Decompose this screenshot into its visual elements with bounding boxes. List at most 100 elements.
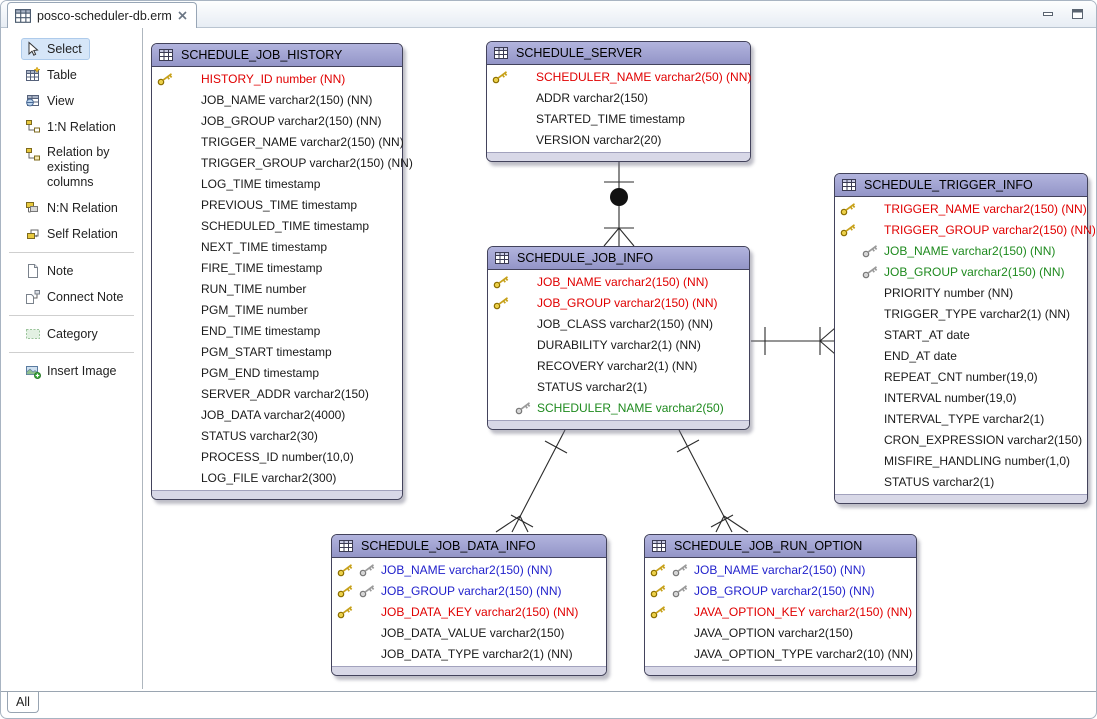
entity-column-row[interactable]: JOB_DATA_VALUE varchar2(150) (332, 623, 606, 644)
entity-column-row[interactable]: LOG_FILE varchar2(300) (152, 468, 402, 489)
tool-select[interactable]: Select (21, 38, 90, 60)
entity-column-row[interactable]: JAVA_OPTION_TYPE varchar2(10) (NN) (645, 644, 916, 665)
entity-schedule-job-history[interactable]: SCHEDULE_JOB_HISTORYHISTORY_ID number (N… (151, 43, 403, 500)
tool-table[interactable]: Table (21, 64, 85, 86)
tool-category[interactable]: Category (21, 323, 106, 345)
tool-self-relation[interactable]: Self Relation (21, 223, 126, 245)
entity-header[interactable]: SCHEDULE_JOB_RUN_OPTION (645, 535, 916, 558)
tool-connect-note[interactable]: Connect Note (21, 286, 131, 308)
relationship-jobinfo-jobrunoption[interactable] (677, 430, 748, 532)
entity-column-row[interactable]: JOB_NAME varchar2(150) (NN) (835, 241, 1087, 262)
entity-column-row[interactable]: JOB_NAME varchar2(150) (NN) (332, 560, 606, 581)
relationship-jobinfo-jobdatainfo[interactable] (496, 430, 567, 532)
entity-schedule-job-run-option[interactable]: SCHEDULE_JOB_RUN_OPTIONJOB_NAME varchar2… (644, 534, 917, 676)
category-tab-all[interactable]: All (7, 692, 39, 713)
primary-key-icon (337, 605, 354, 619)
entity-column-row[interactable]: JOB_DATA_TYPE varchar2(1) (NN) (332, 644, 606, 665)
close-tab-icon[interactable] (178, 11, 187, 20)
entity-column-row[interactable]: END_AT date (835, 346, 1087, 367)
entity-column-row[interactable]: SCHEDULER_NAME varchar2(50) (NN) (487, 67, 750, 88)
entity-schedule-job-data-info[interactable]: SCHEDULE_JOB_DATA_INFOJOB_NAME varchar2(… (331, 534, 607, 676)
entity-column-row[interactable]: JAVA_OPTION_KEY varchar2(150) (NN) (645, 602, 916, 623)
entity-header[interactable]: SCHEDULE_JOB_DATA_INFO (332, 535, 606, 558)
tool-1n-relation[interactable]: 1:N Relation (21, 116, 124, 138)
entity-header[interactable]: SCHEDULE_JOB_HISTORY (152, 44, 402, 67)
entity-column-row[interactable]: FIRE_TIME timestamp (152, 258, 402, 279)
entity-column-row[interactable]: PROCESS_ID number(10,0) (152, 447, 402, 468)
entity-column-row[interactable]: JOB_GROUP varchar2(150) (NN) (645, 581, 916, 602)
entity-column-row[interactable]: TRIGGER_GROUP varchar2(150) (NN) (152, 153, 402, 174)
entity-column-row[interactable]: SERVER_ADDR varchar2(150) (152, 384, 402, 405)
maximize-view-icon[interactable] (1071, 8, 1084, 20)
tool-relation-existing-columns[interactable]: Relation by existing columns (21, 142, 131, 193)
entity-column-row[interactable]: DURABILITY varchar2(1) (NN) (488, 335, 749, 356)
column-definition: JOB_GROUP varchar2(150) (NN) (201, 114, 382, 128)
entity-columns: JOB_NAME varchar2(150) (NN)JOB_GROUP var… (488, 270, 749, 420)
entity-column-row[interactable]: JOB_GROUP varchar2(150) (NN) (835, 262, 1087, 283)
entity-column-row[interactable]: INTERVAL_TYPE varchar2(1) (835, 409, 1087, 430)
entity-column-row[interactable]: TRIGGER_TYPE varchar2(1) (NN) (835, 304, 1087, 325)
column-definition: JOB_NAME varchar2(150) (NN) (201, 93, 372, 107)
entity-column-row[interactable]: JOB_DATA_KEY varchar2(150) (NN) (332, 602, 606, 623)
entity-header[interactable]: SCHEDULE_TRIGGER_INFO (835, 174, 1087, 197)
entity-column-row[interactable]: VERSION varchar2(20) (487, 130, 750, 151)
diagram-canvas[interactable]: SCHEDULE_JOB_HISTORYHISTORY_ID number (N… (144, 28, 1095, 689)
entity-column-row[interactable]: JOB_GROUP varchar2(150) (NN) (488, 293, 749, 314)
entity-footer (645, 666, 916, 675)
entity-column-row[interactable]: JOB_NAME varchar2(150) (NN) (152, 90, 402, 111)
entity-column-row[interactable]: CRON_EXPRESSION varchar2(150) (835, 430, 1087, 451)
column-definition: TRIGGER_TYPE varchar2(1) (NN) (884, 307, 1070, 321)
column-definition: PREVIOUS_TIME timestamp (201, 198, 357, 212)
entity-column-row[interactable]: END_TIME timestamp (152, 321, 402, 342)
entity-column-row[interactable]: START_AT date (835, 325, 1087, 346)
entity-column-row[interactable]: RUN_TIME number (152, 279, 402, 300)
entity-column-row[interactable]: JOB_DATA varchar2(4000) (152, 405, 402, 426)
minimize-view-icon[interactable] (1042, 9, 1055, 20)
entity-column-row[interactable]: STATUS varchar2(30) (152, 426, 402, 447)
entity-column-row[interactable]: SCHEDULER_NAME varchar2(50) (488, 398, 749, 419)
foreign-key-icon (359, 563, 376, 577)
insert-image-icon (25, 363, 41, 379)
tool-note[interactable]: Note (21, 260, 81, 282)
entity-column-row[interactable]: JOB_CLASS varchar2(150) (NN) (488, 314, 749, 335)
entity-column-row[interactable]: RECOVERY varchar2(1) (NN) (488, 356, 749, 377)
entity-column-row[interactable]: MISFIRE_HANDLING number(1,0) (835, 451, 1087, 472)
entity-column-row[interactable]: STATUS varchar2(1) (835, 472, 1087, 493)
self-relation-icon (25, 226, 41, 242)
entity-column-row[interactable]: TRIGGER_NAME varchar2(150) (NN) (835, 199, 1087, 220)
entity-column-row[interactable]: STATUS varchar2(1) (488, 377, 749, 398)
column-definition: PGM_START timestamp (201, 345, 332, 359)
entity-schedule-server[interactable]: SCHEDULE_SERVERSCHEDULER_NAME varchar2(5… (486, 41, 751, 162)
entity-column-row[interactable]: PREVIOUS_TIME timestamp (152, 195, 402, 216)
entity-header[interactable]: SCHEDULE_JOB_INFO (488, 247, 749, 270)
entity-header[interactable]: SCHEDULE_SERVER (487, 42, 750, 65)
column-definition: JOB_GROUP varchar2(150) (NN) (381, 584, 562, 598)
tool-insert-image[interactable]: Insert Image (21, 360, 124, 382)
tool-nn-relation[interactable]: N:N Relation (21, 197, 126, 219)
entity-column-row[interactable]: NEXT_TIME timestamp (152, 237, 402, 258)
entity-column-row[interactable]: LOG_TIME timestamp (152, 174, 402, 195)
entity-column-row[interactable]: PRIORITY number (NN) (835, 283, 1087, 304)
entity-column-row[interactable]: JOB_NAME varchar2(150) (NN) (488, 272, 749, 293)
relationship-server-jobinfo[interactable] (604, 162, 634, 246)
entity-column-row[interactable]: PGM_TIME number (152, 300, 402, 321)
entity-column-row[interactable]: TRIGGER_GROUP varchar2(150) (NN) (835, 220, 1087, 241)
entity-column-row[interactable]: SCHEDULED_TIME timestamp (152, 216, 402, 237)
entity-column-row[interactable]: TRIGGER_NAME varchar2(150) (NN) (152, 132, 402, 153)
entity-column-row[interactable]: JOB_GROUP varchar2(150) (NN) (332, 581, 606, 602)
entity-column-row[interactable]: PGM_START timestamp (152, 342, 402, 363)
entity-column-row[interactable]: REPEAT_CNT number(19,0) (835, 367, 1087, 388)
entity-column-row[interactable]: STARTED_TIME timestamp (487, 109, 750, 130)
entity-column-row[interactable]: JOB_NAME varchar2(150) (NN) (645, 560, 916, 581)
entity-column-row[interactable]: JAVA_OPTION varchar2(150) (645, 623, 916, 644)
entity-schedule-trigger-info[interactable]: SCHEDULE_TRIGGER_INFOTRIGGER_NAME varcha… (834, 173, 1088, 504)
entity-column-row[interactable]: HISTORY_ID number (NN) (152, 69, 402, 90)
tool-view[interactable]: View (21, 90, 82, 112)
relationship-jobinfo-triggerinfo[interactable] (751, 327, 835, 355)
entity-column-row[interactable]: ADDR varchar2(150) (487, 88, 750, 109)
editor-tab[interactable]: posco-scheduler-db.erm (7, 2, 197, 28)
entity-schedule-job-info[interactable]: SCHEDULE_JOB_INFOJOB_NAME varchar2(150) … (487, 246, 750, 430)
entity-column-row[interactable]: JOB_GROUP varchar2(150) (NN) (152, 111, 402, 132)
entity-column-row[interactable]: PGM_END timestamp (152, 363, 402, 384)
entity-column-row[interactable]: INTERVAL number(19,0) (835, 388, 1087, 409)
